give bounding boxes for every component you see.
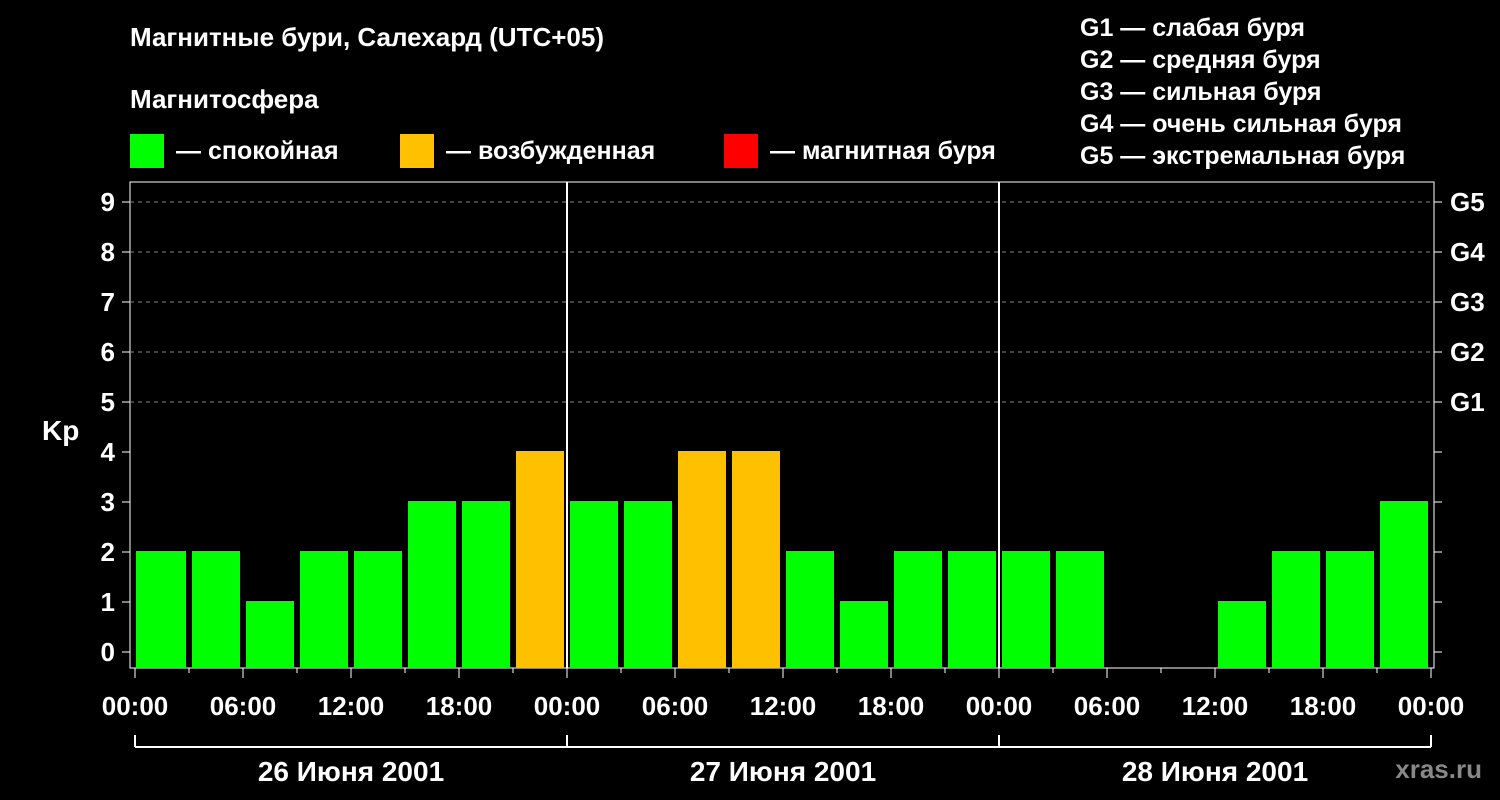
- x-tick-label-9: 06:00: [1074, 691, 1141, 721]
- bar-8: [570, 501, 618, 668]
- y-tick-label-0: 0: [101, 637, 115, 667]
- x-tick-label-11: 18:00: [1290, 691, 1357, 721]
- bar-15: [948, 551, 996, 668]
- y-tick-label-7: 7: [101, 287, 115, 317]
- g-label-g1: G1: [1450, 387, 1485, 417]
- bar-20: [1218, 601, 1266, 668]
- y-tick-label-3: 3: [101, 487, 115, 517]
- bar-3: [300, 551, 348, 668]
- g-label-g5: G5: [1450, 187, 1485, 217]
- x-tick-label-3: 18:00: [426, 691, 493, 721]
- x-tick-label-7: 18:00: [858, 691, 925, 721]
- y-tick-label-6: 6: [101, 337, 115, 367]
- y-tick-label-9: 9: [101, 187, 115, 217]
- bar-14: [894, 551, 942, 668]
- day-label-0: 26 Июня 2001: [258, 756, 444, 787]
- x-tick-label-5: 06:00: [642, 691, 709, 721]
- kp-chart: 0 1 2 3 4 5 6 7 8 9 G1 G2 G3 G4 G5 Kp 00:00 06:00 12:00 18:…: [42, 181, 1485, 787]
- x-tick-label-12: 00:00: [1398, 691, 1465, 721]
- bar-12: [786, 551, 834, 668]
- bar-16: [1002, 551, 1050, 668]
- x-tick-label-4: 00:00: [534, 691, 601, 721]
- g-label-g4: G4: [1450, 237, 1485, 267]
- x-tick-label-1: 06:00: [210, 691, 277, 721]
- bar-2: [246, 601, 294, 668]
- bar-13: [840, 601, 888, 668]
- y-tick-label-2: 2: [101, 537, 115, 567]
- g-label-g3: G3: [1450, 287, 1485, 317]
- bar-21: [1272, 551, 1320, 668]
- y-tick-label-8: 8: [101, 237, 115, 267]
- y-tick-label-5: 5: [101, 387, 115, 417]
- g-label-g2: G2: [1450, 337, 1485, 367]
- bar-9: [624, 501, 672, 668]
- bar-17: [1056, 551, 1104, 668]
- x-tick-label-6: 12:00: [750, 691, 817, 721]
- bar-6: [462, 501, 510, 668]
- day-label-2: 28 Июня 2001: [1122, 756, 1308, 787]
- bar-5: [408, 501, 456, 668]
- x-tick-label-8: 00:00: [966, 691, 1033, 721]
- bar-1: [192, 551, 240, 668]
- x-tick-label-0: 00:00: [102, 691, 169, 721]
- y-axis-label: Kp: [42, 415, 79, 446]
- bar-11: [732, 451, 780, 668]
- y-tick-label-4: 4: [101, 437, 116, 467]
- y-tick-label-1: 1: [101, 587, 115, 617]
- watermark: xras.ru: [1395, 754, 1482, 784]
- bar-7: [516, 451, 564, 668]
- bar-10: [678, 451, 726, 668]
- x-tick-label-2: 12:00: [318, 691, 385, 721]
- bar-22: [1326, 551, 1374, 668]
- x-tick-label-10: 12:00: [1182, 691, 1249, 721]
- bar-4: [354, 551, 402, 668]
- bar-23: [1380, 501, 1428, 668]
- day-label-1: 27 Июня 2001: [690, 756, 876, 787]
- bar-0: [136, 551, 186, 668]
